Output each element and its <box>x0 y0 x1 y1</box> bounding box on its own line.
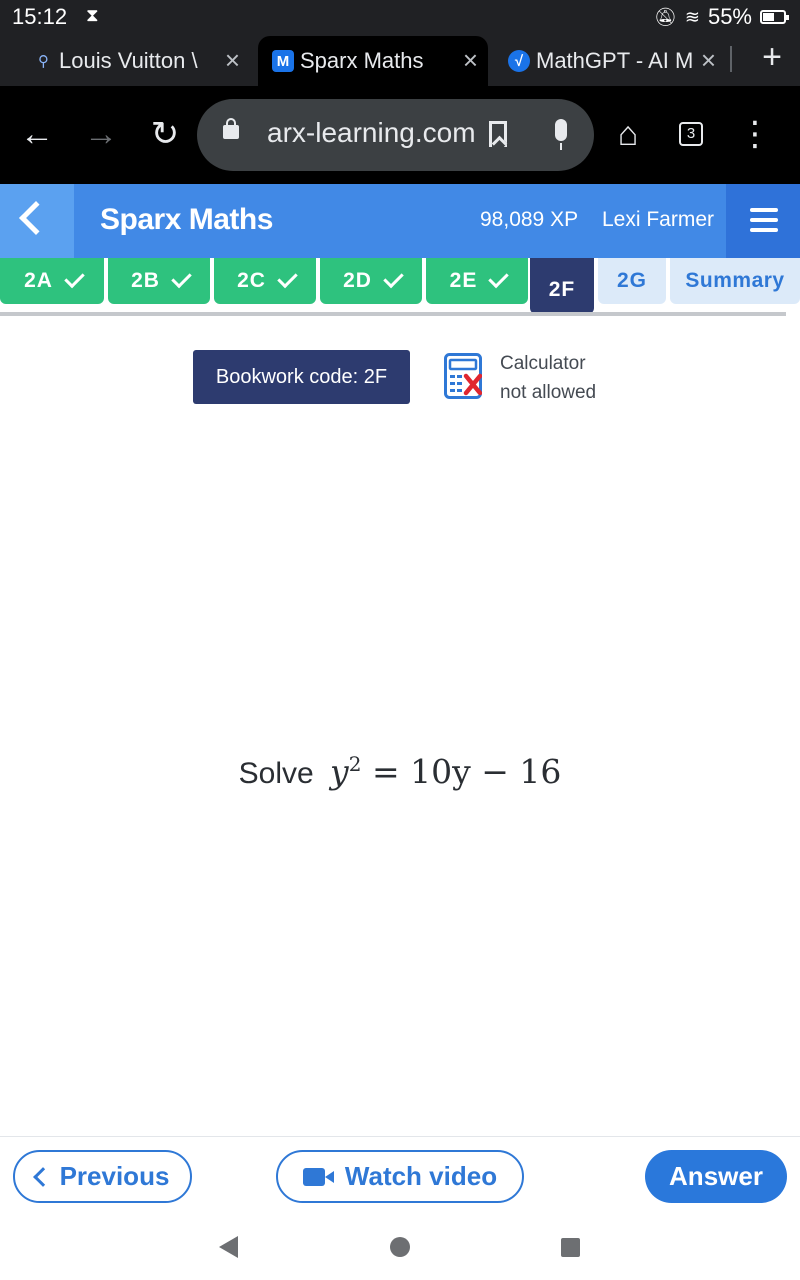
close-tab-icon[interactable]: × <box>225 45 240 76</box>
tab-switcher-button[interactable]: 3 <box>679 122 703 146</box>
microphone-icon[interactable] <box>555 119 567 150</box>
calculator-not-allowed-icon <box>444 353 482 399</box>
search-icon: ⚲ <box>38 53 49 70</box>
address-bar[interactable]: arx-learning.com <box>197 99 594 171</box>
new-tab-plus-icon[interactable]: + <box>762 38 782 77</box>
bookmark-icon[interactable] <box>489 121 507 147</box>
user-name[interactable]: Lexi Farmer <box>602 208 714 232</box>
brand-logo: Sparx Maths <box>100 203 273 236</box>
watch-video-label: Watch video <box>344 1161 498 1191</box>
task-tabs-underline <box>0 312 786 316</box>
url-text[interactable]: arx-learning.com <box>267 117 476 149</box>
equation-rhs: = 10y − 16 <box>371 752 562 791</box>
hourglass-icon: ⧗ <box>86 5 99 25</box>
menu-icon <box>750 228 778 232</box>
status-bar: 15:12 ⧗ 🔕︎ ≋ 55% <box>0 0 800 34</box>
lock-icon <box>223 118 239 139</box>
battery-percent: 55% <box>707 4 752 29</box>
chevron-left-icon <box>32 1166 53 1187</box>
hamburger-menu-button[interactable] <box>726 184 800 258</box>
previous-label: Previous <box>59 1161 170 1191</box>
browser-tab-mathgpt[interactable]: √ MathGPT - AI M × <box>494 36 726 86</box>
equation-variable: y <box>330 752 349 791</box>
calculator-label: Calculator <box>500 353 586 374</box>
tab-task-2f[interactable]: 2F <box>530 258 594 314</box>
action-bar-divider <box>0 1136 800 1137</box>
check-icon <box>488 267 510 289</box>
mute-bell-icon: 🔕︎ <box>654 6 677 27</box>
browser-toolbar: ← → ↻ arx-learning.com ⌂ 3 ⋮ <box>0 86 800 184</box>
bookwork-code-badge: Bookwork code: 2F <box>193 350 410 404</box>
nav-back-icon[interactable] <box>219 1236 238 1258</box>
sparx-header: Sparx Maths 98,089 XP Lexi Farmer <box>0 184 800 258</box>
close-tab-icon[interactable]: × <box>701 45 716 76</box>
tab-task-2e[interactable]: 2E <box>426 258 528 304</box>
tab-summary[interactable]: Summary <box>670 258 800 304</box>
check-icon <box>64 267 85 289</box>
calculator-not-allowed-label: not allowed <box>500 382 597 403</box>
browser-tab-louis-vuitton[interactable]: ⚲ Louis Vuitton \ × <box>24 36 250 86</box>
wifi-icon: ≋ <box>684 6 700 27</box>
task-label: 2G <box>616 269 647 292</box>
nav-home-icon[interactable] <box>390 1237 410 1257</box>
tab-title: MathGPT - AI M <box>536 48 694 73</box>
reload-icon[interactable]: ↻ <box>143 114 187 154</box>
tab-task-2d[interactable]: 2D <box>320 258 422 304</box>
tab-task-2a[interactable]: 2A <box>0 258 104 304</box>
tab-task-2c[interactable]: 2C <box>214 258 316 304</box>
xp-counter: 98,089 XP <box>480 208 579 231</box>
forward-arrow-icon[interactable]: → <box>79 114 123 154</box>
close-tab-icon[interactable]: × <box>463 45 478 76</box>
video-camera-icon <box>302 1167 334 1186</box>
task-label: 2B <box>131 269 160 292</box>
question-equation: y2 = 10y − 16 <box>330 752 561 791</box>
watch-video-button[interactable]: Watch video <box>276 1150 524 1203</box>
tab-separator <box>730 46 732 72</box>
system-nav-bar <box>0 1216 800 1280</box>
home-icon[interactable]: ⌂ <box>606 114 650 154</box>
calculator-status: Calculator not allowed <box>500 349 596 407</box>
answer-button[interactable]: Answer <box>645 1150 787 1203</box>
battery-icon <box>760 10 789 24</box>
question-text: Solve y2 = 10y − 16 <box>0 752 800 791</box>
more-menu-icon[interactable]: ⋮ <box>733 114 777 154</box>
task-label: 2C <box>237 269 266 292</box>
check-icon <box>277 267 298 289</box>
mathgpt-favicon-icon: √ <box>508 50 530 72</box>
task-label: 2A <box>24 269 53 292</box>
answer-label: Answer <box>669 1161 763 1191</box>
task-tabs: 2A 2B 2C 2D 2E 2F 2G Summary <box>0 258 800 320</box>
nav-recents-icon[interactable] <box>561 1238 580 1257</box>
menu-icon <box>750 208 778 212</box>
browser-tab-sparx-maths[interactable]: M Sparx Maths × <box>258 36 488 86</box>
previous-button[interactable]: Previous <box>13 1150 192 1203</box>
back-arrow-icon[interactable]: ← <box>15 114 59 154</box>
sparx-favicon-icon: M <box>272 50 294 72</box>
check-icon <box>171 267 192 289</box>
tab-task-2b[interactable]: 2B <box>108 258 210 304</box>
tab-task-2g[interactable]: 2G <box>598 258 666 304</box>
menu-icon <box>750 218 778 222</box>
tab-title: Louis Vuitton \ <box>59 48 198 73</box>
task-label: Summary <box>685 269 785 292</box>
chevron-left-icon <box>19 201 53 235</box>
task-label: 2F <box>548 278 576 301</box>
status-icons: 🔕︎ ≋ 55% <box>654 4 789 30</box>
battery-fill <box>763 13 774 21</box>
task-label: 2D <box>343 269 372 292</box>
status-time: 15:12 <box>12 4 68 29</box>
tab-title: Sparx Maths <box>300 48 424 73</box>
back-button[interactable] <box>0 184 74 258</box>
equation-exponent: 2 <box>348 752 362 776</box>
task-label: 2E <box>449 269 478 292</box>
question-word: Solve <box>238 757 314 790</box>
check-icon <box>383 267 404 289</box>
browser-tab-strip: ⚲ Louis Vuitton \ × M Sparx Maths × √ Ma… <box>0 34 800 86</box>
